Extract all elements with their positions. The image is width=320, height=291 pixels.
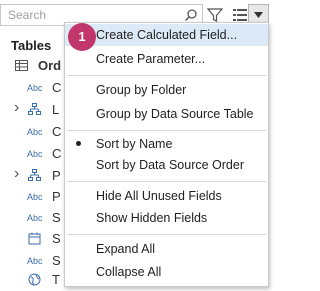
list-view-icon [233, 9, 247, 21]
field-item[interactable]: Abc C [0, 145, 64, 165]
field-name: P [52, 168, 61, 183]
field-name: T [52, 272, 60, 287]
menu-separator [67, 130, 266, 131]
chevron-down-icon [254, 12, 263, 18]
menu-item-group-by-data-source-table[interactable]: Group by Data Source Table [65, 103, 268, 125]
string-type-icon: Abc [27, 192, 43, 202]
menu-item-expand-all[interactable]: Expand All [65, 238, 268, 260]
string-type-icon: Abc [27, 83, 43, 93]
field-name: C [52, 146, 62, 161]
hierarchy-icon [28, 169, 41, 181]
field-name: S [52, 253, 61, 268]
selected-bullet-icon [76, 141, 81, 146]
menu-item-sort-by-data-source-order[interactable]: Sort by Data Source Order [65, 154, 268, 176]
table-icon [15, 60, 28, 71]
field-item[interactable]: › P [0, 165, 64, 187]
menu-item-show-hidden-fields[interactable]: Show Hidden Fields [65, 207, 268, 229]
table-name: Ord [38, 58, 62, 73]
field-name: C [52, 124, 62, 139]
hierarchy-icon [28, 103, 41, 115]
tables-heading: Tables [11, 38, 52, 53]
context-menu: Create Calculated Field... Create Parame… [64, 22, 269, 287]
string-type-icon: Abc [27, 256, 43, 266]
chevron-right-icon[interactable]: › [14, 99, 19, 117]
field-item[interactable]: Abc C [0, 123, 64, 143]
field-item[interactable]: › L [0, 99, 64, 121]
field-name: S [52, 210, 61, 225]
field-item[interactable]: Abc C [0, 79, 64, 99]
field-item[interactable]: T [0, 271, 64, 291]
menu-item-collapse-all[interactable]: Collapse All [65, 261, 268, 283]
string-type-icon: Abc [27, 149, 43, 159]
menu-item-create-parameter[interactable]: Create Parameter... [65, 48, 268, 70]
field-item[interactable]: S [0, 230, 64, 250]
string-type-icon: Abc [27, 213, 43, 223]
field-item[interactable]: Abc S [0, 209, 64, 229]
menu-separator [67, 234, 266, 235]
menu-item-group-by-folder[interactable]: Group by Folder [65, 79, 268, 101]
field-name: P [52, 189, 61, 204]
field-name: L [52, 102, 60, 117]
search-icon[interactable] [184, 8, 198, 22]
menu-item-sort-by-name[interactable]: Sort by Name [65, 133, 268, 155]
field-item[interactable]: Abc S [0, 252, 64, 272]
field-item[interactable]: Abc P [0, 188, 64, 208]
calendar-icon [28, 232, 41, 245]
chevron-right-icon[interactable]: › [14, 165, 19, 183]
table-item[interactable]: Ord [0, 57, 64, 77]
menu-separator [67, 75, 266, 76]
filter-icon[interactable] [207, 7, 223, 23]
field-name: C [52, 80, 62, 95]
geo-icon [28, 273, 41, 286]
menu-item-hide-all-unused-fields[interactable]: Hide All Unused Fields [65, 185, 268, 207]
field-name: S [52, 231, 61, 246]
menu-separator [67, 181, 266, 182]
string-type-icon: Abc [27, 127, 43, 137]
step-number-badge: 1 [68, 23, 96, 51]
